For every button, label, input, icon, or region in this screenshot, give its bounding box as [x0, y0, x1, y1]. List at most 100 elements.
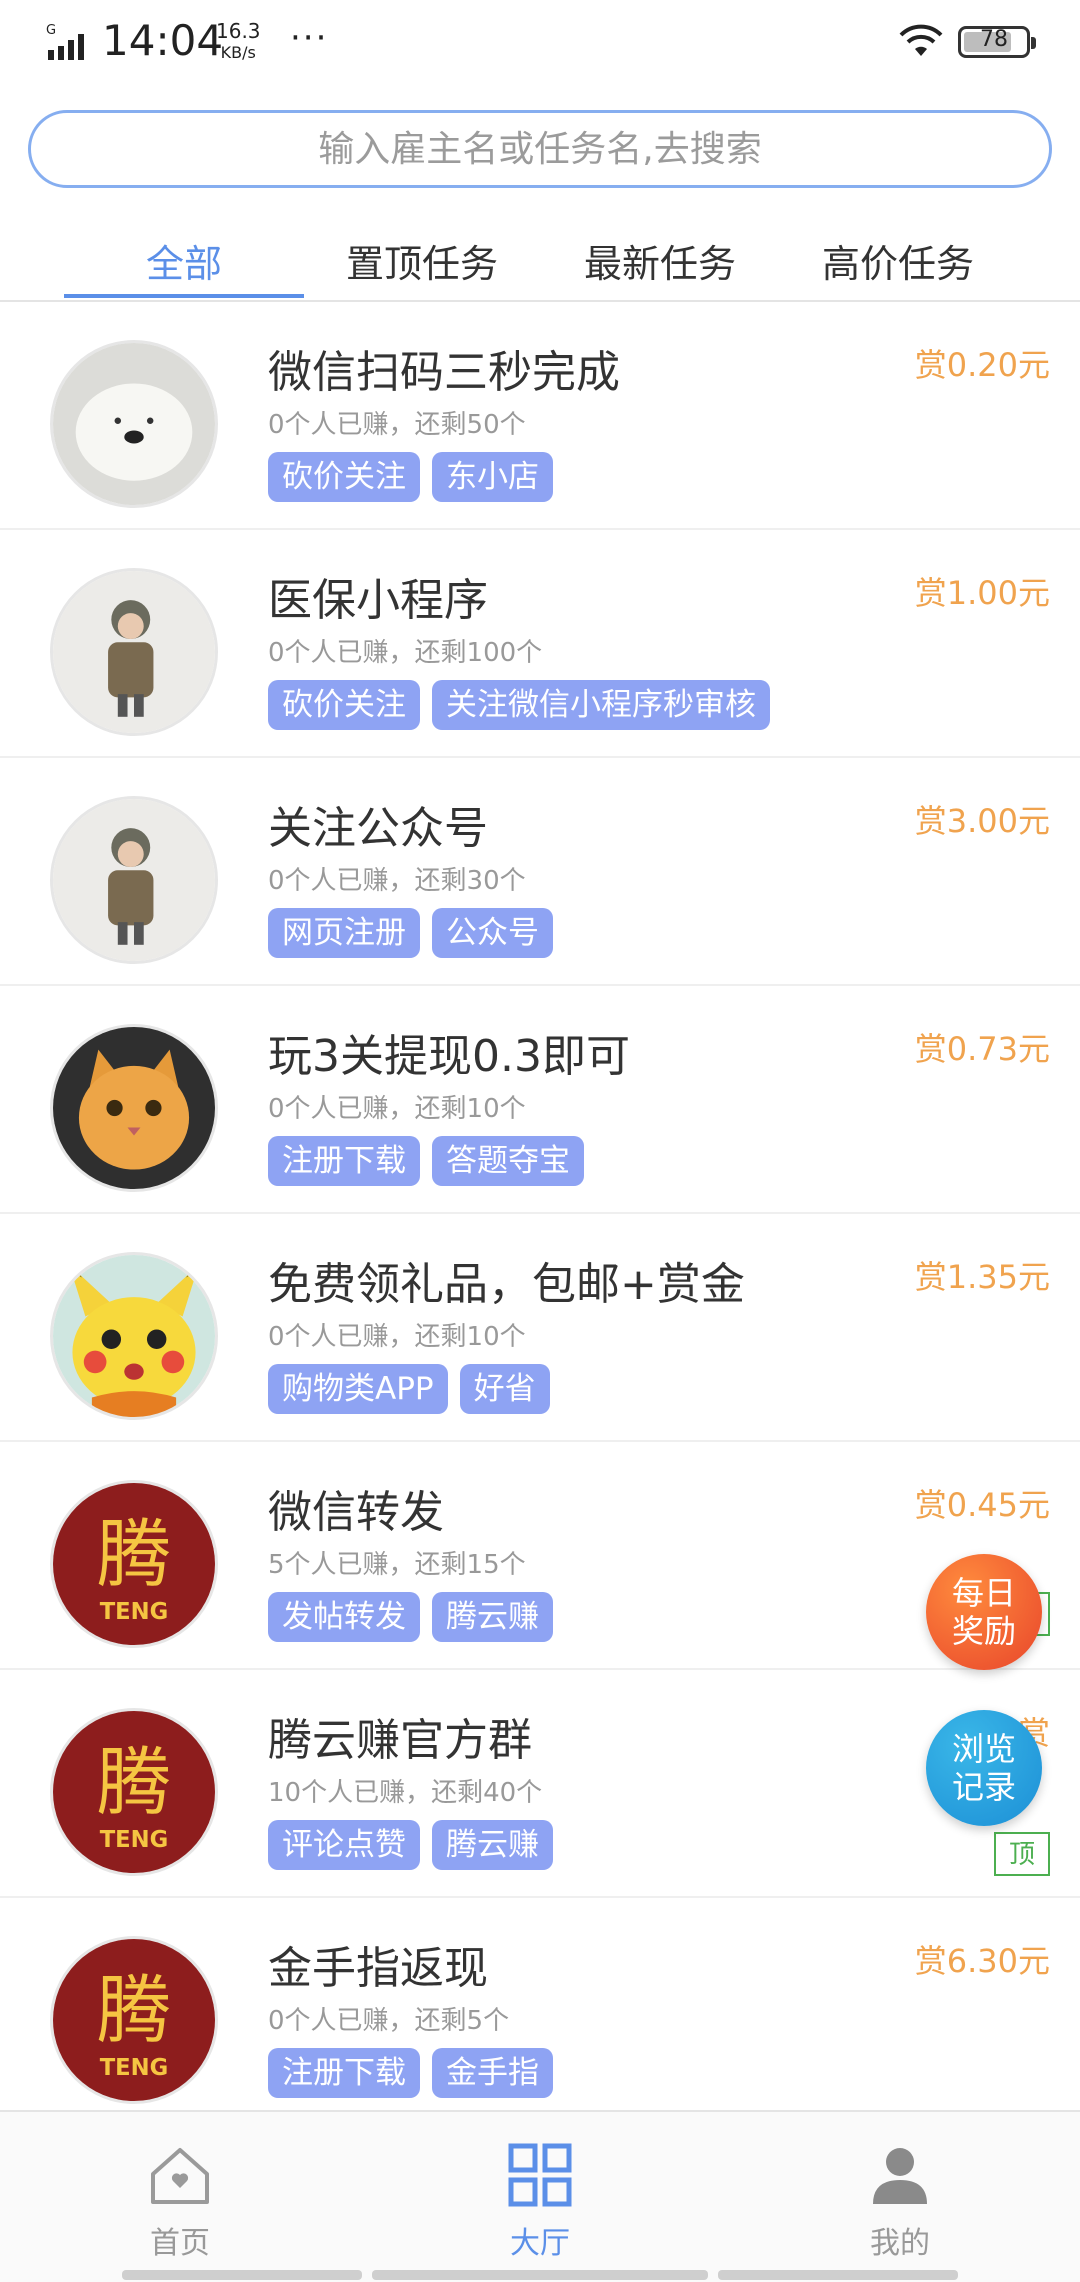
tab-latest[interactable]: 最新任务: [540, 220, 780, 300]
svg-text:TENG: TENG: [100, 2055, 169, 2081]
teng-logo-icon: 腾 TENG: [50, 1480, 218, 1648]
category-tabs: 全部 置顶任务 最新任务 高价任务: [0, 220, 1080, 302]
svg-text:G: G: [46, 23, 56, 38]
gesture-bar[interactable]: [718, 2270, 958, 2280]
task-row[interactable]: 免费领礼品，包邮+赏金 赏1.35元 0个人已赚，还剩10个 购物类APP 好省: [0, 1214, 1080, 1442]
search-bar[interactable]: [28, 110, 1052, 188]
task-tag: 腾云赚: [432, 1820, 553, 1870]
user-icon: [865, 2140, 935, 2210]
more-notifications-icon: ···: [290, 18, 329, 58]
task-tags: 购物类APP 好省: [268, 1364, 550, 1414]
task-progress: 0个人已赚，还剩10个: [268, 1094, 526, 1124]
task-title: 关注公众号: [268, 803, 488, 854]
battery-level: 78: [980, 27, 1008, 52]
white-dog-icon: [50, 340, 218, 508]
gesture-bar[interactable]: [122, 2270, 362, 2280]
task-tag: 注册下载: [268, 2048, 420, 2098]
task-tag: 购物类APP: [268, 1364, 448, 1414]
teng-logo-icon: 腾 TENG: [50, 1708, 218, 1876]
teng-logo-icon: 腾 TENG: [50, 1936, 218, 2104]
task-tag: 发帖转发: [268, 1592, 420, 1642]
svg-text:腾: 腾: [97, 1511, 172, 1598]
task-tag: 网页注册: [268, 908, 420, 958]
task-reward: 赏3.00元: [914, 802, 1050, 840]
task-row[interactable]: 关注公众号 赏3.00元 0个人已赚，还剩30个 网页注册 公众号: [0, 758, 1080, 986]
gesture-bar[interactable]: [372, 2270, 708, 2280]
grid-icon: [505, 2140, 575, 2210]
signal-icon: G: [46, 22, 92, 60]
task-tag: 腾云赚: [432, 1592, 553, 1642]
task-progress: 0个人已赚，还剩5个: [268, 2006, 510, 2036]
task-tags: 网页注册 公众号: [268, 908, 553, 958]
orange-cat-icon: [50, 1024, 218, 1192]
task-row[interactable]: 腾 TENG 金手指返现 赏6.30元 0个人已赚，还剩5个 注册下载 金手指: [0, 1898, 1080, 2126]
task-progress: 10个人已赚，还剩40个: [268, 1778, 543, 1808]
search-input[interactable]: [79, 127, 1001, 171]
pikachu-icon: [50, 1252, 218, 1420]
task-tags: 注册下载 答题夺宝: [268, 1136, 584, 1186]
bottom-nav: 首页 大厅 我的: [0, 2110, 1080, 2282]
task-tag: 评论点赞: [268, 1820, 420, 1870]
task-tags: 砍价关注 东小店: [268, 452, 553, 502]
task-progress: 0个人已赚，还剩50个: [268, 410, 526, 440]
task-tag: 关注微信小程序秒审核: [432, 680, 770, 730]
task-tag: 好省: [459, 1364, 550, 1414]
svg-text:腾: 腾: [97, 1739, 172, 1826]
wifi-icon: [896, 22, 946, 60]
battery-icon: 78: [958, 26, 1036, 58]
task-reward: 赏0.20元: [914, 346, 1050, 384]
task-progress: 0个人已赚，还剩30个: [268, 866, 526, 896]
task-tag: 砍价关注: [268, 452, 420, 502]
task-row[interactable]: 玩3关提现0.3即可 赏0.73元 0个人已赚，还剩10个 注册下载 答题夺宝: [0, 986, 1080, 1214]
clock: 14:04: [102, 16, 224, 65]
svg-text:TENG: TENG: [100, 1599, 169, 1625]
pinned-badge: 顶: [994, 1832, 1050, 1876]
task-progress: 5个人已赚，还剩15个: [268, 1550, 526, 1580]
task-tags: 砍价关注 关注微信小程序秒审核: [268, 680, 770, 730]
nav-mine[interactable]: 我的: [720, 2112, 1080, 2262]
task-tags: 注册下载 金手指: [268, 2048, 553, 2098]
nav-hall[interactable]: 大厅: [360, 2112, 720, 2262]
task-reward: 赏6.30元: [914, 1942, 1050, 1980]
task-tag: 东小店: [432, 452, 553, 502]
task-row[interactable]: 腾TENG 微信转发 赏0.45元 5个人已赚，还剩15个 发帖转发 腾云赚 顶: [0, 1442, 1080, 1670]
child-photo-icon: [50, 796, 218, 964]
task-progress: 0个人已赚，还剩100个: [268, 638, 543, 668]
svg-text:TENG: TENG: [100, 1827, 169, 1853]
task-tag: 答题夺宝: [432, 1136, 584, 1186]
child-photo-icon: [50, 568, 218, 736]
task-tag: 金手指: [432, 2048, 553, 2098]
daily-reward-button[interactable]: 每日 奖励: [926, 1554, 1042, 1670]
nav-label: 大厅: [510, 2226, 570, 2261]
task-title: 微信转发: [268, 1487, 444, 1538]
browse-history-button[interactable]: 浏览 记录: [926, 1710, 1042, 1826]
svg-text:腾: 腾: [97, 1967, 172, 2054]
nav-label: 我的: [870, 2226, 930, 2261]
task-tag: 注册下载: [268, 1136, 420, 1186]
network-speed: 16.3 KB/s: [216, 19, 261, 62]
task-row[interactable]: 微信扫码三秒完成 赏0.20元 0个人已赚，还剩50个 砍价关注 东小店: [0, 302, 1080, 530]
task-title: 腾云赚官方群: [268, 1715, 532, 1766]
task-progress: 0个人已赚，还剩10个: [268, 1322, 526, 1352]
home-icon: [145, 2140, 215, 2210]
status-bar: G 14:04 16.3 KB/s ··· 78: [0, 0, 1080, 86]
task-title: 金手指返现: [268, 1943, 488, 1994]
task-tag: 砍价关注: [268, 680, 420, 730]
task-row[interactable]: 医保小程序 赏1.00元 0个人已赚，还剩100个 砍价关注 关注微信小程序秒审…: [0, 530, 1080, 758]
task-tag: 公众号: [432, 908, 553, 958]
task-title: 免费领礼品，包邮+赏金: [268, 1259, 745, 1310]
tab-pinned[interactable]: 置顶任务: [302, 220, 542, 300]
active-tab-indicator: [64, 294, 304, 298]
nav-home[interactable]: 首页: [0, 2112, 360, 2262]
task-row[interactable]: 腾 TENG 腾云赚官方群 赏 10个人已赚，还剩40个 评论点赞 腾云赚 顶: [0, 1670, 1080, 1898]
task-reward: 赏0.45元: [914, 1486, 1050, 1524]
task-tags: 评论点赞 腾云赚: [268, 1820, 553, 1870]
task-title: 玩3关提现0.3即可: [268, 1031, 630, 1082]
task-list: 微信扫码三秒完成 赏0.20元 0个人已赚，还剩50个 砍价关注 东小店 医保小…: [0, 302, 1080, 2126]
task-title: 医保小程序: [268, 575, 488, 626]
tab-high-price[interactable]: 高价任务: [778, 220, 1018, 300]
task-reward: 赏1.00元: [914, 574, 1050, 612]
task-title: 微信扫码三秒完成: [268, 347, 620, 398]
tab-all[interactable]: 全部: [64, 220, 304, 300]
nav-label: 首页: [150, 2226, 210, 2261]
